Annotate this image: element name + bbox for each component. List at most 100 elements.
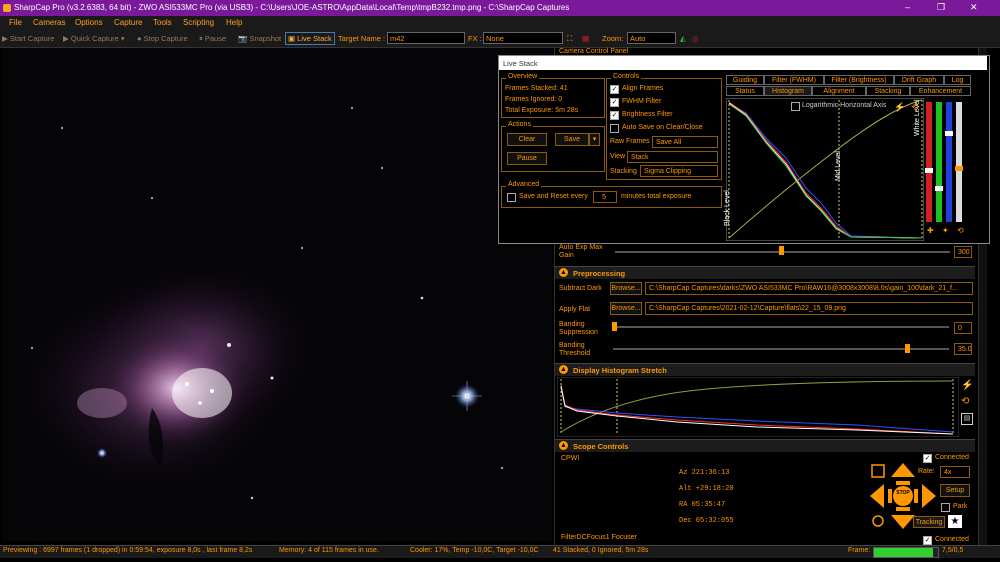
- log-axis-checkbox[interactable]: ✓: [791, 102, 800, 111]
- menu-capture[interactable]: Capture: [114, 18, 142, 27]
- luminance-level-slider[interactable]: [956, 102, 962, 222]
- focuser-connected-checkbox[interactable]: ✓: [923, 536, 932, 545]
- banding-suppression-thumb[interactable]: [612, 322, 617, 331]
- dark-path-field[interactable]: C:\SharpCap Captures\darks\ZWO ASI533MC …: [645, 282, 973, 295]
- banding-suppression-slider[interactable]: [613, 326, 949, 328]
- menu-file[interactable]: File: [9, 18, 22, 27]
- green-slider-thumb[interactable]: [935, 186, 943, 191]
- live-histogram[interactable]: [726, 98, 924, 241]
- auto-exp-value[interactable]: 300: [954, 246, 972, 258]
- stacking-select[interactable]: Sigma Clipping: [640, 165, 718, 177]
- tab-filter-fwhm[interactable]: Filter (FWHM): [764, 75, 824, 85]
- banding-suppression-value[interactable]: 0: [954, 322, 972, 334]
- rate-select[interactable]: 4x: [940, 466, 970, 478]
- preprocessing-header[interactable]: ▲ Preprocessing: [555, 266, 975, 279]
- tab-alignment[interactable]: Alignment: [812, 86, 866, 96]
- lightning-icon[interactable]: ⚡: [961, 380, 973, 392]
- menu-help[interactable]: Help: [226, 18, 242, 27]
- display-stretch-header[interactable]: ▲ Display Histogram Stretch: [555, 363, 975, 376]
- record-icon[interactable]: ▦: [582, 34, 589, 43]
- slew-left-arrow[interactable]: [870, 484, 884, 508]
- tab-status[interactable]: Status: [726, 86, 764, 96]
- save-icon[interactable]: ▤: [961, 413, 973, 425]
- crop-icon[interactable]: ⛶: [567, 34, 572, 44]
- red-slider-thumb[interactable]: [925, 168, 933, 173]
- tab-drift-graph[interactable]: Drift Graph: [894, 75, 944, 85]
- tracking-button[interactable]: Tracking: [913, 516, 945, 528]
- banding-threshold-slider[interactable]: [613, 348, 949, 350]
- maximize-button[interactable]: ❐: [937, 2, 945, 13]
- collapse-icon[interactable]: ▲: [559, 268, 568, 277]
- scope-controls-header[interactable]: ▲ Scope Controls: [555, 439, 975, 452]
- stop-button[interactable]: [893, 486, 913, 506]
- crosshair-icon[interactable]: [872, 515, 884, 527]
- pause-stack-button[interactable]: Pause: [507, 152, 547, 165]
- goto-icon[interactable]: [871, 464, 885, 478]
- slew-up-arrow[interactable]: [891, 463, 915, 477]
- scope-dec: Dec 05:32:055: [679, 517, 734, 525]
- target-name-input[interactable]: m42: [387, 32, 465, 44]
- undo-icon[interactable]: ⟲: [957, 226, 964, 235]
- dark-browse-button[interactable]: Browse...: [610, 282, 642, 295]
- menu-options[interactable]: Options: [75, 18, 103, 27]
- tab-log[interactable]: Log: [944, 75, 971, 85]
- clear-button[interactable]: Clear: [507, 133, 547, 146]
- park-checkbox[interactable]: [941, 503, 950, 512]
- gear-icon[interactable]: ✦: [942, 226, 949, 235]
- menu-tools[interactable]: Tools: [153, 18, 172, 27]
- fx-select[interactable]: None: [483, 32, 563, 44]
- menu-cameras[interactable]: Cameras: [33, 18, 65, 27]
- lum-slider-thumb[interactable]: [955, 166, 963, 171]
- menu-scripting[interactable]: Scripting: [183, 18, 214, 27]
- live-stack-titlebar[interactable]: Live Stack: [499, 56, 987, 70]
- save-dropdown-button[interactable]: ▾: [589, 133, 600, 146]
- minimize-button[interactable]: –: [905, 2, 910, 12]
- reset-icon[interactable]: ⟲: [961, 396, 973, 408]
- fwhm-filter-checkbox[interactable]: ✓: [610, 98, 619, 107]
- banding-threshold-value[interactable]: 35.0: [954, 343, 972, 355]
- reset-levels-icon[interactable]: ⟲: [911, 102, 919, 113]
- collapse-icon[interactable]: ▲: [559, 365, 568, 374]
- stretch-histogram[interactable]: [557, 377, 959, 437]
- flat-browse-button[interactable]: Browse...: [610, 302, 642, 315]
- tab-enhancement[interactable]: Enhancement: [910, 86, 971, 96]
- align-frames-checkbox[interactable]: ✓: [610, 85, 619, 94]
- snapshot-button[interactable]: 📷 Snapshot: [238, 34, 281, 43]
- tab-stacking[interactable]: Stacking: [866, 86, 910, 96]
- add-icon[interactable]: ✚: [927, 226, 934, 235]
- red-level-slider[interactable]: [926, 102, 932, 222]
- slew-right-arrow[interactable]: [922, 484, 936, 508]
- auto-exp-slider-thumb[interactable]: [779, 246, 784, 255]
- minutes-input[interactable]: 5: [593, 191, 617, 203]
- blue-level-slider[interactable]: [946, 102, 952, 222]
- autosave-checkbox[interactable]: [610, 124, 619, 133]
- brightness-filter-checkbox[interactable]: ✓: [610, 111, 619, 120]
- histogram-icon[interactable]: ◭: [680, 34, 686, 43]
- image-view[interactable]: [2, 48, 552, 541]
- quick-capture-button[interactable]: ▶ Quick Capture ▾: [63, 34, 125, 43]
- stop-capture-button[interactable]: ● Stop Capture: [137, 34, 188, 43]
- lightning-icon[interactable]: ⚡: [894, 102, 905, 113]
- tab-guiding[interactable]: Guiding: [726, 75, 764, 85]
- target-icon[interactable]: ◎: [692, 34, 699, 43]
- save-button[interactable]: Save: [555, 133, 589, 146]
- close-button[interactable]: ✕: [970, 2, 978, 13]
- raw-frames-select[interactable]: Save All: [652, 136, 718, 148]
- slew-down-arrow[interactable]: [891, 515, 915, 529]
- green-level-slider[interactable]: [936, 102, 942, 222]
- setup-button[interactable]: Setup: [940, 484, 970, 497]
- view-select[interactable]: Stack: [627, 151, 718, 163]
- tab-histogram[interactable]: Histogram: [764, 86, 812, 96]
- start-capture-button[interactable]: ▶ Start Capture: [2, 34, 54, 43]
- blue-slider-thumb[interactable]: [945, 131, 953, 136]
- tab-filter-brightness[interactable]: Filter (Brightness): [824, 75, 894, 85]
- star-icon[interactable]: ★: [948, 515, 962, 528]
- banding-threshold-thumb[interactable]: [905, 344, 910, 353]
- frame-value: 7,5/0,5: [942, 547, 964, 554]
- zoom-select[interactable]: Auto: [627, 32, 676, 44]
- save-reset-checkbox[interactable]: [507, 193, 516, 202]
- collapse-icon[interactable]: ▲: [559, 441, 568, 450]
- pause-button[interactable]: ⏸ Pause: [199, 34, 226, 44]
- flat-path-field[interactable]: C:\SharpCap Captures\2021-02-12\Capture\…: [645, 302, 973, 315]
- live-stack-button[interactable]: ▣ Live Stack: [285, 32, 335, 45]
